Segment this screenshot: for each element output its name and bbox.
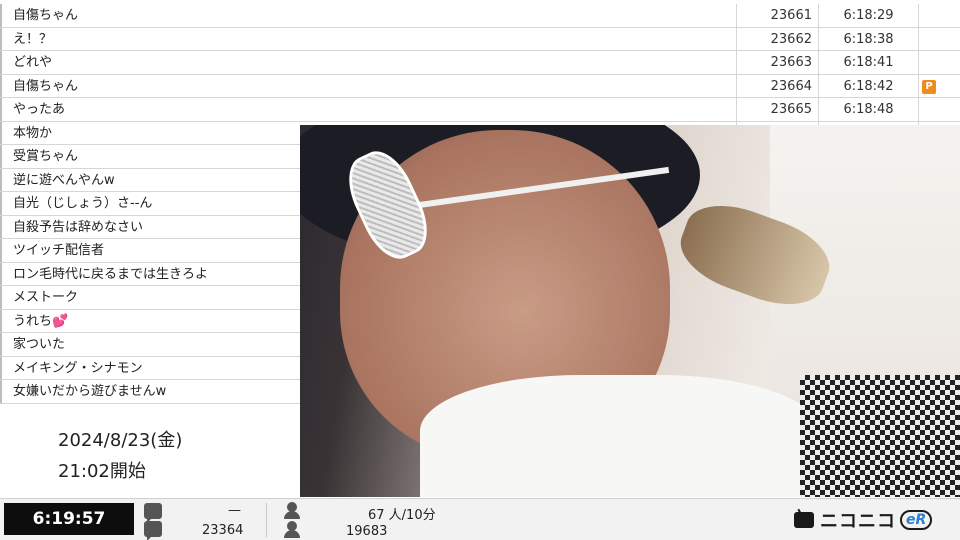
video-checkered-cloth	[800, 375, 960, 497]
viewer-total: 19683	[346, 524, 388, 539]
comment-number: 23662	[736, 27, 818, 50]
comment-row[interactable]: やったあ 23665 6:18:48	[0, 98, 960, 122]
comment-flag	[918, 4, 960, 27]
comment-time: 6:18:48	[818, 98, 918, 121]
broadcast-date: 2024/8/23(金)	[58, 430, 183, 451]
comment-flag	[918, 98, 960, 121]
broadcast-start: 21:02開始	[58, 461, 146, 482]
logo-er-badge: eR	[900, 510, 933, 530]
viewer-rate-icon-body	[284, 511, 300, 519]
comment-number: 23664	[736, 74, 818, 97]
comment-row[interactable]: え！？ 23662 6:18:38	[0, 27, 960, 51]
elapsed-time: 6:19:57	[4, 503, 134, 535]
comment-text: え！？	[0, 27, 736, 50]
comment-row[interactable]: どれや 23663 6:18:41	[0, 51, 960, 75]
comment-number: 23661	[736, 4, 818, 27]
niconico-logo: ニコニコ eR	[794, 509, 933, 532]
comment-text: やったあ	[0, 98, 736, 121]
comment-rate: —	[228, 503, 241, 518]
status-bar: 6:19:57 — 23364 67 人/10分 19683 ニコニコ eR	[0, 498, 960, 540]
comment-flag	[918, 27, 960, 50]
video-player[interactable]	[300, 125, 960, 497]
comment-text: 自傷ちゃん	[0, 74, 736, 97]
comment-text: どれや	[0, 51, 736, 74]
comment-time: 6:18:38	[818, 27, 918, 50]
comment-number: 23663	[736, 51, 818, 74]
comment-time: 6:18:41	[818, 51, 918, 74]
logo-text: ニコニコ	[820, 511, 896, 532]
comment-text: 自傷ちゃん	[0, 4, 736, 27]
comment-flag	[918, 51, 960, 74]
status-divider	[266, 503, 267, 537]
broadcast-info: 2024/8/23(金) 21:02開始	[0, 418, 298, 498]
comment-flag: P	[918, 74, 960, 97]
video-collar	[420, 375, 820, 497]
comment-rate-icon	[144, 503, 162, 523]
comment-total: 23364	[202, 523, 244, 538]
comment-row[interactable]: 自傷ちゃん 23664 6:18:42 P	[0, 74, 960, 98]
comment-number: 23665	[736, 98, 818, 121]
premium-badge-icon: P	[922, 79, 936, 94]
viewer-rate: 67 人/10分	[368, 508, 436, 523]
comment-time: 6:18:29	[818, 4, 918, 27]
comment-row[interactable]: 自傷ちゃん 23661 6:18:29	[0, 4, 960, 28]
comment-time: 6:18:42	[818, 74, 918, 97]
viewer-total-icon-body	[284, 530, 300, 538]
tv-icon	[794, 512, 814, 528]
comment-total-icon	[144, 521, 162, 540]
